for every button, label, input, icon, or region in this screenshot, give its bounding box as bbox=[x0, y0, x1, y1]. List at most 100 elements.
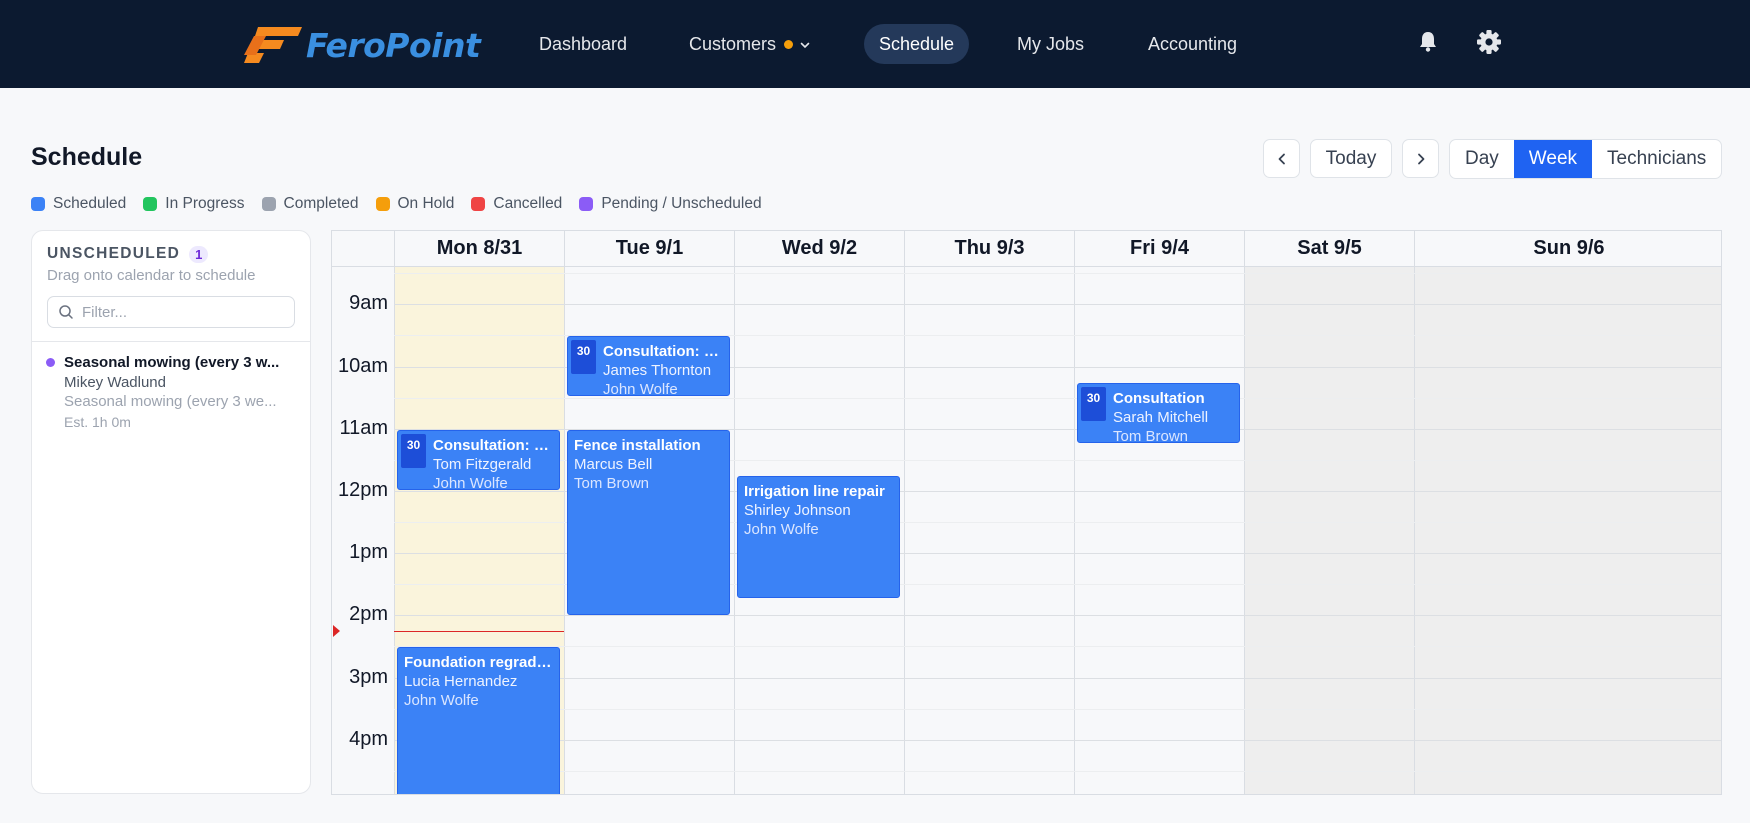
next-week-button[interactable] bbox=[1402, 139, 1439, 178]
legend-label: Pending / Unscheduled bbox=[601, 195, 762, 212]
view-toggle: Day Week Technicians bbox=[1449, 139, 1723, 179]
calendar-day-headers: Mon 8/31 Tue 9/1 Wed 9/2 Thu 9/3 Fri 9/4 Sat … bbox=[332, 231, 1721, 267]
nav-dashboard-label: Dashboard bbox=[539, 34, 628, 54]
previous-week-button[interactable] bbox=[1263, 139, 1300, 178]
today-button-label: Today bbox=[1325, 147, 1377, 169]
grid-line bbox=[394, 709, 1721, 710]
event-duration-badge: 30 bbox=[571, 340, 596, 374]
page-title: Schedule bbox=[31, 143, 143, 171]
unscheduled-count-badge: 1 bbox=[189, 245, 209, 263]
filter-input[interactable] bbox=[82, 303, 282, 321]
calendar-event[interactable]: Foundation regrading Lucia Hernandez John … bbox=[397, 647, 560, 794]
day-column[interactable] bbox=[1074, 267, 1244, 794]
legend-swatch bbox=[471, 197, 486, 211]
event-title: Fence installation bbox=[574, 437, 701, 454]
day-column[interactable] bbox=[904, 267, 1074, 794]
event-technician: John Wolfe bbox=[433, 475, 508, 490]
day-header[interactable]: Thu 9/3 bbox=[904, 231, 1074, 266]
event-customer: James Thornton bbox=[603, 362, 712, 379]
event-technician: John Wolfe bbox=[603, 381, 678, 396]
grid-line bbox=[394, 678, 1721, 679]
legend-swatch bbox=[261, 197, 276, 211]
event-customer: Sarah Mitchell bbox=[1113, 409, 1209, 426]
legend-on-hold: On Hold bbox=[375, 195, 455, 213]
event-title: Irrigation line repair bbox=[744, 483, 885, 500]
grid-line bbox=[394, 740, 1721, 741]
grid-line bbox=[394, 615, 1721, 616]
day-column[interactable] bbox=[1244, 267, 1414, 794]
day-header[interactable]: Sat 9/5 bbox=[1244, 231, 1414, 266]
legend-swatch bbox=[579, 197, 594, 211]
calendar-event[interactable]: 30 Consultation: W... Tom Fitzgerald John W… bbox=[397, 430, 560, 490]
calendar-event[interactable]: 30 Consultation Sarah Mitchell Tom Brown bbox=[1077, 383, 1240, 443]
chevron-right-icon bbox=[1417, 153, 1424, 164]
legend-swatch bbox=[143, 197, 158, 211]
chevron-down-icon bbox=[800, 42, 810, 49]
event-title: Consultation: W... bbox=[433, 437, 553, 454]
nav-my-jobs[interactable]: My Jobs bbox=[1002, 24, 1099, 64]
nav-my-jobs-label: My Jobs bbox=[1017, 34, 1085, 54]
day-header[interactable]: Wed 9/2 bbox=[734, 231, 904, 266]
event-details: Consultation: W... Tom Fitzgerald John Wol… bbox=[433, 436, 553, 490]
legend-label: Cancelled bbox=[493, 195, 563, 212]
unscheduled-panel: UNSCHEDULED 1 Drag onto calendar to sche… bbox=[31, 230, 311, 794]
event-duration-badge: 30 bbox=[401, 434, 426, 468]
time-label: 3pm bbox=[349, 666, 388, 688]
event-customer: Shirley Johnson bbox=[744, 502, 851, 519]
gear-icon[interactable] bbox=[1476, 29, 1502, 60]
legend-completed: Completed bbox=[261, 195, 359, 213]
unscheduled-heading: UNSCHEDULED 1 bbox=[47, 245, 209, 263]
today-button[interactable]: Today bbox=[1310, 139, 1392, 178]
nav-accounting-label: Accounting bbox=[1148, 34, 1238, 54]
grid-line bbox=[394, 304, 1721, 305]
event-title: Foundation regrading bbox=[404, 654, 553, 671]
calendar-event[interactable]: Irrigation line repair Shirley Johnson Joh… bbox=[737, 476, 900, 598]
grid-line bbox=[394, 398, 1721, 399]
view-day-button[interactable]: Day bbox=[1450, 140, 1514, 178]
event-customer: Tom Fitzgerald bbox=[433, 456, 532, 473]
event-details: Foundation regrading Lucia Hernandez John … bbox=[404, 653, 553, 710]
legend-label: On Hold bbox=[397, 195, 455, 212]
time-label: 1pm bbox=[349, 541, 388, 563]
event-customer: Lucia Hernandez bbox=[404, 673, 518, 690]
view-technicians-button[interactable]: Technicians bbox=[1592, 140, 1721, 178]
brand-logo[interactable]: FeroPoint bbox=[244, 24, 481, 66]
day-header[interactable]: Fri 9/4 bbox=[1074, 231, 1244, 266]
nav-dashboard[interactable]: Dashboard bbox=[524, 24, 642, 64]
time-label: 2pm bbox=[349, 603, 388, 625]
current-time-line bbox=[394, 631, 564, 632]
nav-accounting[interactable]: Accounting bbox=[1133, 24, 1252, 64]
day-column[interactable] bbox=[1414, 267, 1721, 794]
nav-schedule[interactable]: Schedule bbox=[864, 24, 970, 64]
day-header[interactable]: Tue 9/1 bbox=[564, 231, 734, 266]
event-details: Irrigation line repair Shirley Johnson Joh… bbox=[744, 482, 893, 539]
time-label: 9am bbox=[349, 292, 388, 314]
view-week-button[interactable]: Week bbox=[1513, 140, 1593, 178]
day-header[interactable]: Sun 9/6 bbox=[1414, 231, 1721, 266]
search-icon bbox=[59, 305, 73, 319]
time-label: 12pm bbox=[337, 479, 388, 501]
event-customer: Marcus Bell bbox=[574, 456, 653, 473]
job-customer: Mikey Wadlund bbox=[64, 374, 166, 391]
event-technician: Tom Brown bbox=[1113, 428, 1189, 443]
legend-pending: Pending / Unscheduled bbox=[579, 195, 762, 213]
legend-label: In Progress bbox=[165, 195, 245, 212]
week-calendar: Mon 8/31 Tue 9/1 Wed 9/2 Thu 9/3 Fri 9/4 Sat … bbox=[331, 230, 1722, 795]
unscheduled-subtitle: Drag onto calendar to schedule bbox=[47, 267, 256, 284]
brand-name: FeroPoint bbox=[306, 25, 481, 65]
event-duration-badge: 30 bbox=[1081, 387, 1106, 421]
time-label: 4pm bbox=[349, 728, 388, 750]
event-details: Consultation: Dri... James Thornton John W… bbox=[603, 342, 723, 396]
unscheduled-filter[interactable] bbox=[47, 296, 295, 328]
day-header[interactable]: Mon 8/31 bbox=[394, 231, 564, 266]
unscheduled-job-card[interactable]: Seasonal mowing (every 3 w... Mikey Wadl… bbox=[46, 353, 300, 432]
event-technician: John Wolfe bbox=[744, 521, 819, 538]
bell-icon[interactable] bbox=[1417, 30, 1439, 59]
nav-customers[interactable]: Customers bbox=[674, 24, 826, 64]
job-estimate: Est. 1h 0m bbox=[64, 414, 131, 430]
grid-line bbox=[394, 273, 1721, 274]
unscheduled-heading-label: UNSCHEDULED bbox=[47, 245, 181, 262]
calendar-event[interactable]: 30 Consultation: Dri... James Thornton John… bbox=[567, 336, 730, 396]
event-title: Consultation: Dri... bbox=[603, 343, 723, 360]
calendar-event[interactable]: Fence installation Marcus Bell Tom Brown bbox=[567, 430, 730, 615]
